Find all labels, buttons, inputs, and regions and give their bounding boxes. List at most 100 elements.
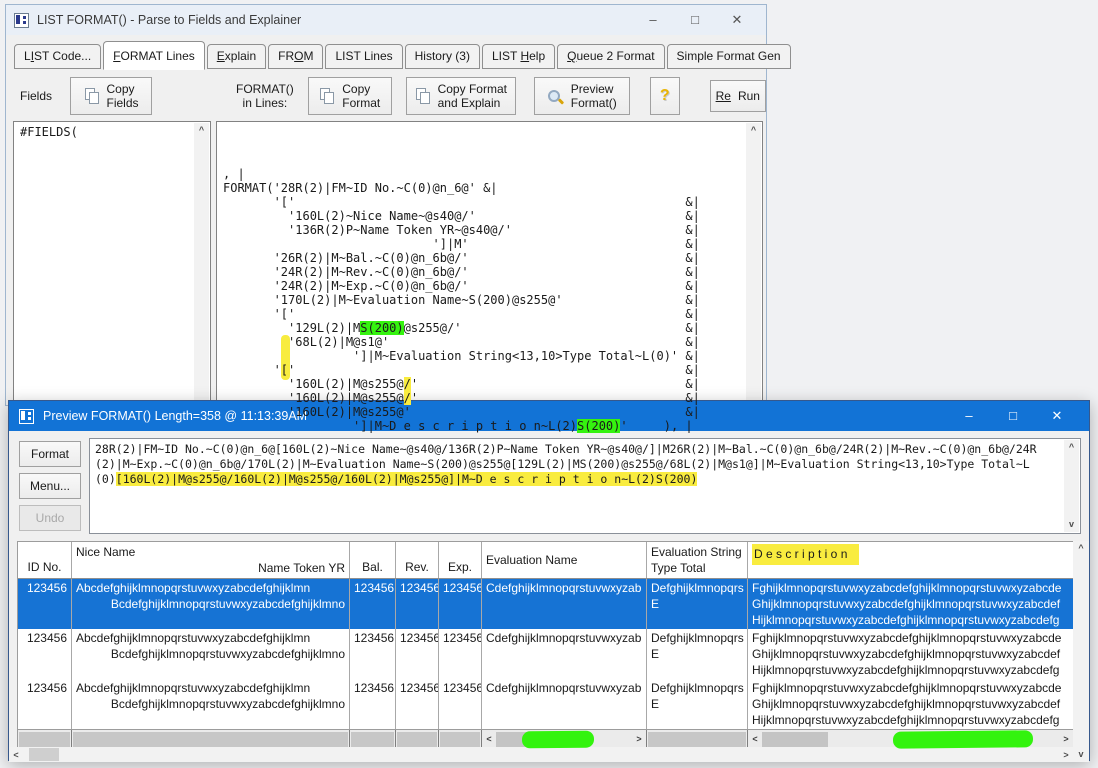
tab-simple-format-gen[interactable]: Simple Format Gen (667, 44, 791, 69)
format-in-lines-label: FORMAT() in Lines: (236, 82, 294, 110)
tab-history-3[interactable]: History (3) (405, 44, 480, 69)
format-preview-text: 28R(2)|FM~ID No.~C(0)@n_6@[160L(2)~Nice … (90, 439, 1064, 533)
help-button[interactable]: ? (650, 77, 680, 115)
cell-description: Fghijklmnopqrstuvwxyzabcdefghijklmnopqrs… (748, 679, 1074, 729)
scroll-up-icon[interactable]: ^ (1073, 541, 1089, 556)
copy-format-button[interactable]: Copy Format (308, 77, 392, 115)
code-line: '24R(2)|M~Rev.~C(0)@n_6b@/'&| (223, 265, 746, 279)
cell-description: Fghijklmnopqrstuvwxyzabcdefghijklmnopqrs… (748, 579, 1074, 629)
copy-icon (319, 88, 335, 104)
description-header-highlight: D e s c r i p t i o n (752, 544, 859, 565)
scrollbar-thumb[interactable] (762, 732, 828, 747)
cell-id-no: 123456 (18, 579, 72, 629)
format-button[interactable]: Format (19, 441, 81, 467)
textarea-scrollbar[interactable]: ^ v (1064, 440, 1079, 532)
window-controls: – □ ✕ (947, 401, 1079, 431)
tab-explain[interactable]: Explain (207, 44, 266, 69)
rerun-button[interactable]: ReRun (710, 80, 766, 112)
cell-bal: 123456 (350, 579, 396, 629)
code-line: '136R(2)P~Name Token YR~@s40@/'&| (223, 223, 746, 237)
magnifier-icon (547, 88, 564, 105)
main-window-title: LIST FORMAT() - Parse to Fields and Expl… (37, 13, 301, 27)
code-line: '26R(2)|M~Bal.~C(0)@n_6b@/'&| (223, 251, 746, 265)
table-row[interactable]: 123456Abcdefghijklmnopqrstuvwxyzabcdefgh… (18, 629, 1074, 679)
table-row[interactable]: 123456Abcdefghijklmnopqrstuvwxyzabcdefgh… (18, 579, 1074, 629)
cell-rev: 123456 (396, 629, 439, 679)
fields-label: Fields (20, 89, 52, 103)
close-icon[interactable]: ✕ (1035, 401, 1079, 431)
green-highlighter-mark (522, 731, 594, 749)
col-header-rev: Rev. (396, 542, 439, 578)
cell-nice-name: Abcdefghijklmnopqrstuvwxyzabcdefghijklmn… (72, 679, 350, 729)
copy-fields-button[interactable]: Copy Fields (70, 77, 152, 115)
scrollbar-thumb[interactable] (29, 748, 59, 761)
maximize-icon[interactable]: □ (991, 401, 1035, 431)
app-icon (19, 409, 34, 424)
table-horizontal-scrollbar[interactable]: < > (9, 747, 1073, 762)
code-line: FORMAT('28R(2)|FM~ID No.~C(0)@n_6@' &| (223, 181, 746, 195)
cell-evaluation-name: Cdefghijklmnopqrstuvwxyzab (482, 679, 647, 729)
cell-rev: 123456 (396, 579, 439, 629)
tab-list-help[interactable]: LIST Help (482, 44, 555, 69)
tab-list-lines[interactable]: LIST Lines (325, 44, 402, 69)
copy-icon (415, 88, 431, 104)
undo-button[interactable]: Undo (19, 505, 81, 531)
table-vertical-scrollbar[interactable]: ^ v (1073, 541, 1089, 762)
menu-button[interactable]: Menu... (19, 473, 81, 499)
code-line: '['&| (223, 195, 746, 209)
cell-exp: 123456 (439, 579, 482, 629)
main-titlebar: LIST FORMAT() - Parse to Fields and Expl… (6, 5, 766, 35)
code-lines: , |FORMAT('28R(2)|FM~ID No.~C(0)@n_6@' &… (217, 122, 746, 436)
scroll-down-icon[interactable]: v (1064, 517, 1079, 532)
tab-format-lines[interactable]: FORMAT Lines (103, 41, 205, 70)
col-header-nice-name: Nice Name Name Token YR (72, 542, 350, 578)
cell-description: Fghijklmnopqrstuvwxyzabcdefghijklmnopqrs… (748, 629, 1074, 679)
preview-format-button[interactable]: Preview Format() (534, 77, 630, 115)
minimize-icon[interactable]: – (947, 401, 991, 431)
copy-format-and-explain-button[interactable]: Copy Format and Explain (406, 77, 516, 115)
fields-text: #FIELDS( (14, 122, 210, 142)
cell-id-no: 123456 (18, 629, 72, 679)
green-highlighter-mark (893, 730, 1033, 748)
code-line: '160L(2)~Nice Name~@s40@/'&| (223, 209, 746, 223)
scroll-up-icon[interactable]: ^ (1064, 440, 1079, 455)
table-row[interactable]: 123456Abcdefghijklmnopqrstuvwxyzabcdefgh… (18, 679, 1074, 729)
cell-evaluation-name: Cdefghijklmnopqrstuvwxyzab (482, 579, 647, 629)
col-header-id-no: ID No. (18, 542, 72, 578)
window-controls: – □ ✕ (632, 5, 758, 35)
scroll-down-icon[interactable]: v (1073, 747, 1089, 762)
format-code-editor[interactable]: , |FORMAT('28R(2)|FM~ID No.~C(0)@n_6@' &… (216, 121, 763, 403)
scroll-up-icon[interactable]: ^ (194, 123, 209, 138)
preview-table: ID No. Nice Name Name Token YR Bal. Rev.… (17, 541, 1074, 750)
toolbar: Fields Copy Fields FORMAT() in Lines: Co… (6, 71, 766, 121)
scroll-right-icon[interactable]: > (1059, 750, 1073, 760)
cell-id-no: 123456 (18, 679, 72, 729)
tab-queue-2-format[interactable]: Queue 2 Format (557, 44, 664, 69)
preview-window: Preview FORMAT() Length=358 @ 11:13:39AM… (8, 400, 1090, 761)
code-line: '170L(2)|M~Evaluation Name~S(200)@s255@'… (223, 293, 746, 307)
cell-evaluation-string: DefghijklmnopqrsE (647, 679, 748, 729)
cell-evaluation-string: DefghijklmnopqrsE (647, 629, 748, 679)
format-preview-textarea[interactable]: 28R(2)|FM~ID No.~C(0)@n_6@[160L(2)~Nice … (89, 438, 1081, 534)
maximize-icon[interactable]: □ (674, 5, 716, 35)
copy-icon (84, 88, 100, 104)
cell-evaluation-name: Cdefghijklmnopqrstuvwxyzab (482, 629, 647, 679)
fields-panel[interactable]: #FIELDS( ^ (13, 121, 211, 403)
cell-nice-name: Abcdefghijklmnopqrstuvwxyzabcdefghijklmn… (72, 629, 350, 679)
scroll-up-icon[interactable]: ^ (746, 123, 761, 138)
cell-rev: 123456 (396, 679, 439, 729)
table-body: 123456Abcdefghijklmnopqrstuvwxyzabcdefgh… (18, 579, 1074, 729)
col-header-description: D e s c r i p t i o n (748, 542, 1074, 578)
fields-scrollbar[interactable]: ^ (194, 123, 209, 401)
tab-list-code[interactable]: LIST Code... (14, 44, 101, 69)
code-line: '160L(2)|M@s255@/'&| (223, 377, 746, 391)
tab-from[interactable]: FROM (268, 44, 323, 69)
code-line: ']|M'&| (223, 237, 746, 251)
code-scrollbar[interactable]: ^ (746, 123, 761, 401)
col-header-evaluation-name: Evaluation Name (482, 542, 647, 578)
minimize-icon[interactable]: – (632, 5, 674, 35)
scroll-left-icon[interactable]: < (9, 750, 23, 760)
code-line: 28R(2)|FM~ID No.~C(0)@n_6@[160L(2)~Nice … (95, 442, 1059, 457)
close-icon[interactable]: ✕ (716, 5, 758, 35)
tab-bar: LIST Code...FORMAT LinesExplainFROMLIST … (14, 39, 762, 69)
